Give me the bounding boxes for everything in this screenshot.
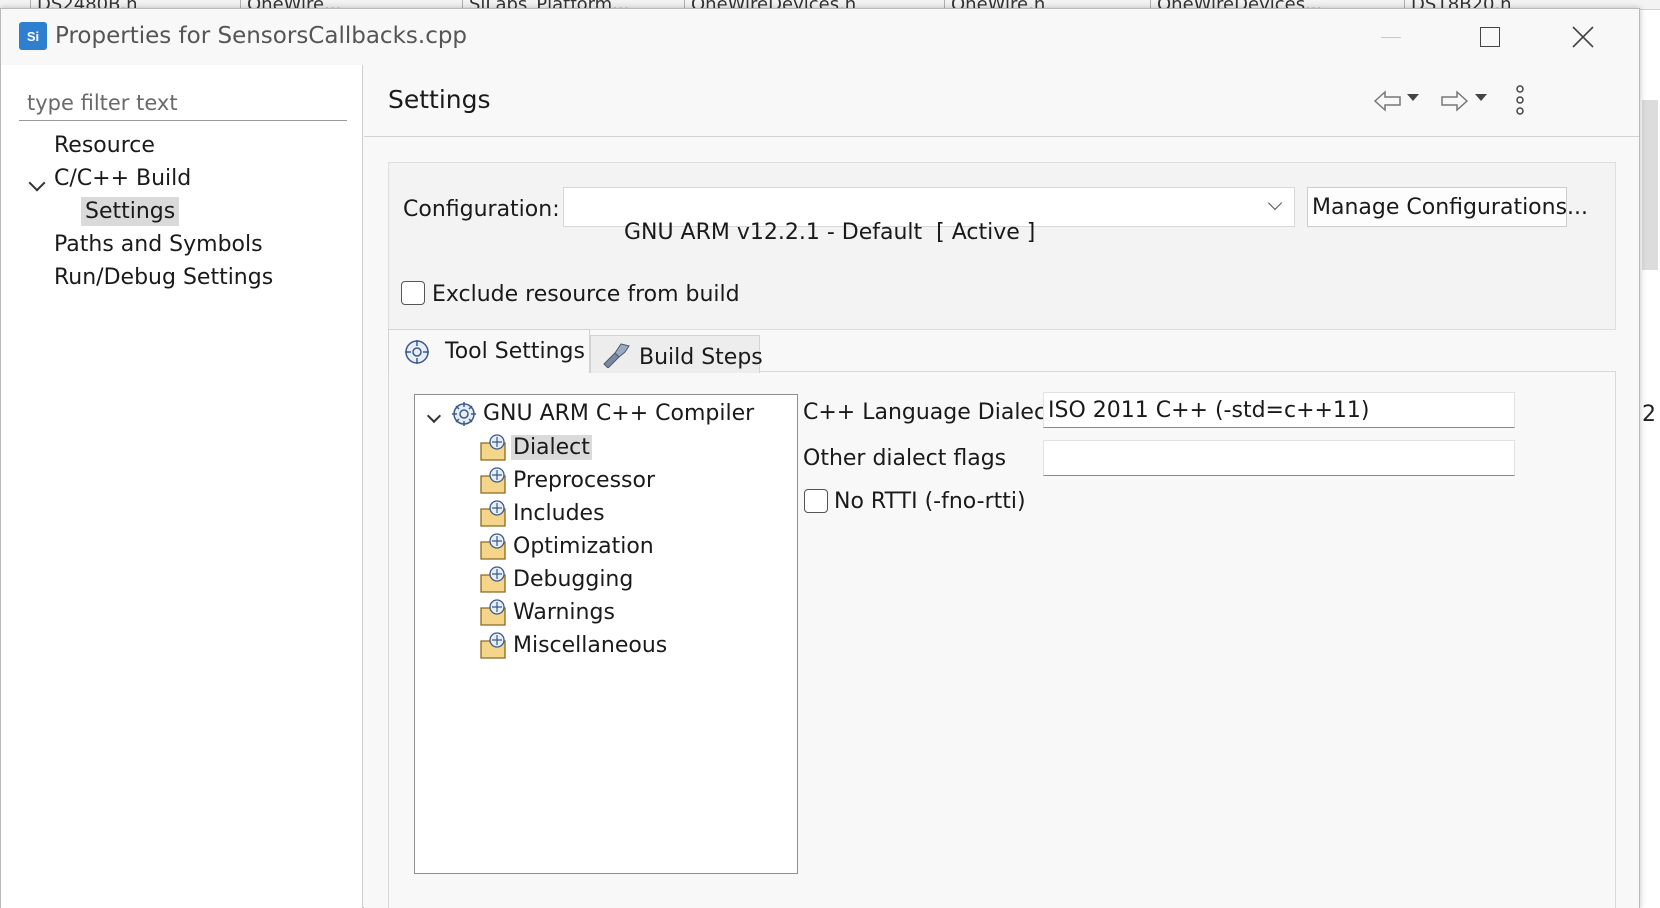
folder-settings-icon xyxy=(480,434,506,461)
page-title: Settings xyxy=(388,85,491,114)
no-rtti-label: No RTTI (-fno-rtti) xyxy=(834,489,1026,514)
page-header: Settings xyxy=(364,65,1639,137)
tree-item-debugging[interactable]: Debugging xyxy=(479,565,779,597)
close-icon xyxy=(1572,26,1594,48)
other-dialect-flags-label: Other dialect flags xyxy=(803,446,1007,471)
app-icon: Si xyxy=(19,22,47,50)
tree-item-label: Includes xyxy=(513,501,605,526)
tool-settings-icon xyxy=(405,340,429,364)
tool-tabs: GNU ARM C++ Compiler Dialect Preprocesso… xyxy=(388,329,1616,908)
configuration-label: Configuration: xyxy=(403,197,560,222)
properties-dialog: Si Properties for SensorsCallbacks.cpp R… xyxy=(0,8,1640,908)
compiler-gear-icon xyxy=(452,402,476,426)
folder-settings-icon xyxy=(480,632,506,659)
tree-item-label: Optimization xyxy=(513,534,654,559)
folder-settings-icon xyxy=(480,533,506,560)
nav-item-settings[interactable]: Settings xyxy=(81,197,180,226)
tab-label: Build Steps xyxy=(639,345,763,370)
tree-item-label: Dialect xyxy=(511,435,592,460)
folder-settings-icon xyxy=(480,500,506,527)
settings-page: Settings Configuration: GNU ARM v12.2.1 … xyxy=(364,65,1639,908)
configuration-select[interactable]: GNU ARM v12.2.1 - Default [ Active ] xyxy=(563,187,1295,245)
tab-tool-settings[interactable]: Tool Settings xyxy=(388,329,590,373)
exclude-resource-checkbox[interactable] xyxy=(401,281,425,305)
folder-settings-icon xyxy=(480,467,506,494)
tool-settings-panel: GNU ARM C++ Compiler Dialect Preprocesso… xyxy=(388,371,1616,908)
filter-input[interactable] xyxy=(19,85,347,121)
tree-item-warnings[interactable]: Warnings xyxy=(479,598,779,630)
manage-configurations-button[interactable]: Manage Configurations... xyxy=(1307,187,1588,227)
build-steps-icon xyxy=(603,343,630,368)
app-icon-text: Si xyxy=(26,28,40,44)
tree-item-label: Preprocessor xyxy=(513,468,656,493)
no-rtti-checkbox[interactable] xyxy=(804,489,828,513)
back-dropdown-icon[interactable] xyxy=(1406,93,1420,103)
background-editor-edge: 2 xyxy=(1638,10,1660,908)
more-options-icon[interactable] xyxy=(1510,83,1530,117)
chevron-down-icon[interactable] xyxy=(426,408,442,424)
tree-item-dialect[interactable]: Dialect xyxy=(479,433,779,465)
language-dialect-label: C++ Language Dialect xyxy=(803,400,1055,425)
maximize-button[interactable] xyxy=(1469,21,1509,53)
other-dialect-flags-input[interactable] xyxy=(1043,440,1515,476)
tree-item-label: Debugging xyxy=(513,567,634,592)
folder-settings-icon xyxy=(480,599,506,626)
tree-item-miscellaneous[interactable]: Miscellaneous xyxy=(479,631,779,663)
configuration-group: Configuration: GNU ARM v12.2.1 - Default… xyxy=(388,162,1616,330)
tree-item-label: Warnings xyxy=(513,600,615,625)
minimize-button[interactable] xyxy=(1371,21,1411,53)
tree-item-gnu-arm-cpp-compiler[interactable]: GNU ARM C++ Compiler xyxy=(415,399,795,431)
nav-item-run-debug-settings[interactable]: Run/Debug Settings xyxy=(54,265,273,290)
configuration-value: GNU ARM v12.2.1 - Default [ Active ] xyxy=(623,220,1036,245)
title-bar[interactable]: Si Properties for SensorsCallbacks.cpp xyxy=(1,9,1639,65)
chevron-down-icon xyxy=(1267,195,1283,211)
window-title: Properties for SensorsCallbacks.cpp xyxy=(55,23,468,49)
folder-settings-icon xyxy=(480,566,506,593)
navigation-pane: Resource C/C++ Build Settings Paths and … xyxy=(1,65,363,908)
nav-item-paths-and-symbols[interactable]: Paths and Symbols xyxy=(54,232,263,257)
tool-tree: GNU ARM C++ Compiler Dialect Preprocesso… xyxy=(414,394,798,874)
language-dialect-select[interactable]: ISO 2011 C++ (-std=c++11) xyxy=(1043,392,1515,428)
tree-item-label: Miscellaneous xyxy=(513,633,668,658)
chevron-down-icon[interactable] xyxy=(28,174,46,192)
tree-item-preprocessor[interactable]: Preprocessor xyxy=(479,466,779,498)
background-scrollbar[interactable] xyxy=(1642,100,1658,270)
tree-item-optimization[interactable]: Optimization xyxy=(479,532,779,564)
tab-build-steps[interactable]: Build Steps xyxy=(590,335,763,373)
forward-dropdown-icon[interactable] xyxy=(1474,93,1488,103)
background-text: 2 xyxy=(1642,402,1656,427)
nav-item-cpp-build[interactable]: C/C++ Build xyxy=(54,166,191,191)
close-button[interactable] xyxy=(1563,21,1603,53)
forward-arrow-icon[interactable] xyxy=(1438,87,1470,115)
back-arrow-icon[interactable] xyxy=(1372,87,1404,115)
language-dialect-value: ISO 2011 C++ (-std=c++11) xyxy=(1048,398,1370,423)
nav-item-resource[interactable]: Resource xyxy=(54,133,155,158)
tree-item-includes[interactable]: Includes xyxy=(479,499,779,531)
tab-label: Tool Settings xyxy=(445,339,585,364)
exclude-resource-label: Exclude resource from build xyxy=(432,282,740,307)
tree-root-label: GNU ARM C++ Compiler xyxy=(483,401,755,426)
